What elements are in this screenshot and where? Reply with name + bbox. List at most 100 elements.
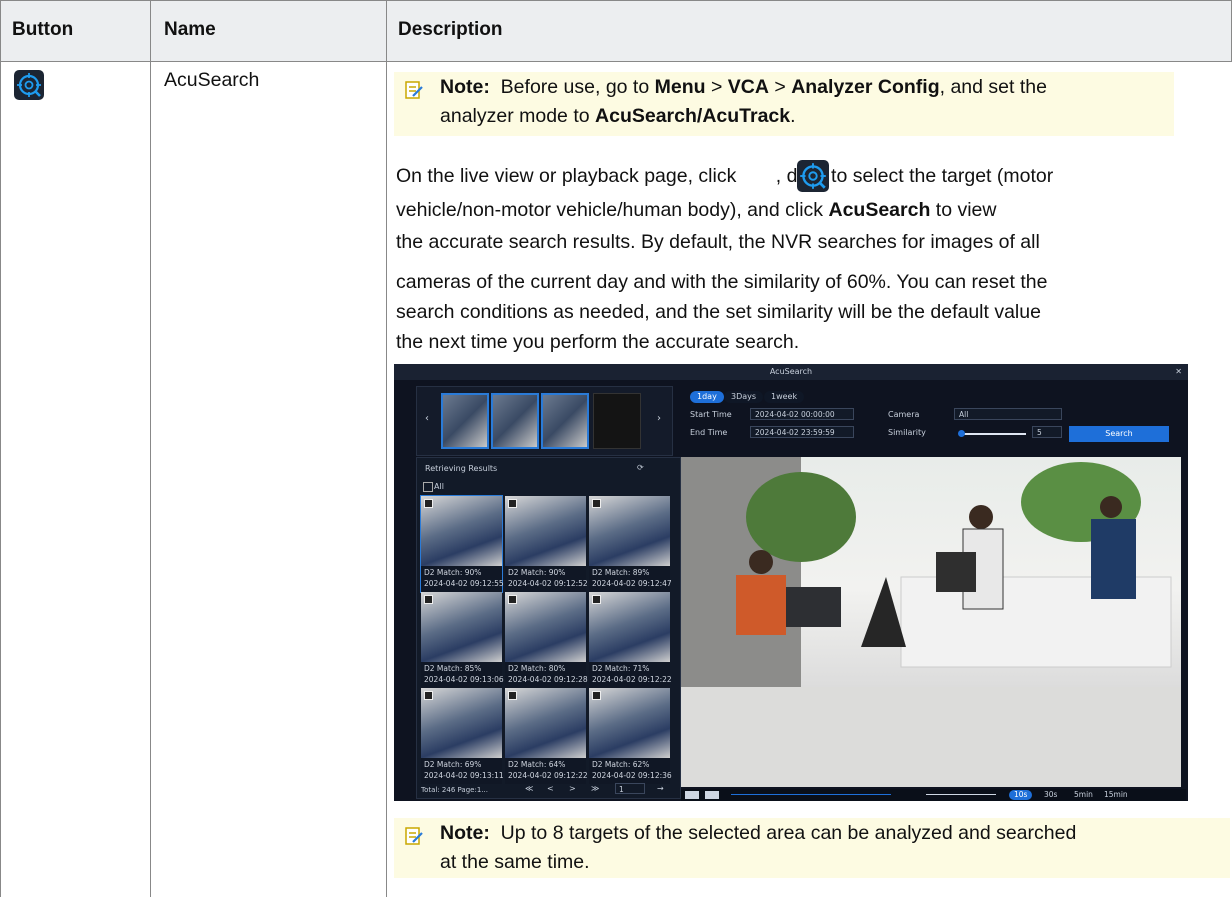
search-button[interactable]: Search [1069,426,1169,442]
next-target-icon[interactable]: › [657,413,661,424]
pager-button[interactable]: ≪ [525,784,533,793]
camera-label: Camera [888,410,920,419]
result-match: D2 Match: 90% [424,568,482,577]
result-card[interactable]: D2 Match: 90% 2024-04-02 09:12:55 [420,495,504,593]
note-icon [405,81,423,99]
result-thumbnail [421,592,502,662]
result-checkbox[interactable] [508,499,517,508]
time-scale-button[interactable]: 15min [1099,790,1133,800]
similarity-slider-handle[interactable] [958,430,965,437]
pager-button[interactable]: > [569,784,576,793]
result-card[interactable]: D2 Match: 90% 2024-04-02 09:12:52 [505,496,588,592]
stop-button[interactable] [705,791,719,799]
scene-illustration [681,457,1181,787]
result-time: 2024-04-02 09:12:22 [592,675,672,684]
pause-button[interactable] [685,791,699,799]
result-card[interactable]: D2 Match: 64% 2024-04-02 09:12:22 [505,688,588,784]
result-time: 2024-04-02 09:12:28 [508,675,588,684]
pager-button[interactable]: < [547,784,554,793]
column-divider-1 [150,0,151,897]
pager-total: Total: 246 Page:1... [421,786,488,794]
header-name: Name [164,19,216,40]
result-card[interactable]: D2 Match: 80% 2024-04-02 09:12:28 [505,592,588,688]
result-match: D2 Match: 69% [424,760,482,769]
tab-1week[interactable]: 1week [764,391,805,403]
results-panel: Retrieving Results ⟳ All D2 Match: 90% 20… [416,457,681,799]
target-thumbnail[interactable] [441,393,489,449]
result-card[interactable]: D2 Match: 62% 2024-04-02 09:12:36 [589,688,672,784]
result-thumbnail [421,688,502,758]
result-thumbnail [589,496,670,566]
results-tools-icon[interactable]: ⟳ [637,463,644,472]
acusearch-screenshot: AcuSearch ✕ ‹ › 1day 3Days 1week Start T… [394,364,1188,801]
page-go-button[interactable]: → [657,784,664,793]
time-scale-button[interactable]: 10s [1009,790,1033,800]
time-scale-button[interactable]: 5min [1069,790,1098,800]
result-match: D2 Match: 64% [508,760,566,769]
result-card[interactable]: D2 Match: 89% 2024-04-02 09:12:47 [589,496,672,592]
start-time-field[interactable]: 2024-04-02 00:00:00 [750,408,854,420]
result-time: 2024-04-02 09:12:52 [508,579,588,588]
page-input[interactable]: 1 [615,783,645,794]
column-divider-2 [386,0,387,897]
retrieving-results-label: Retrieving Results [425,464,498,473]
para-line-3: the accurate search results. By default,… [396,231,1040,253]
para-line-4: cameras of the current day and with the … [396,271,1048,293]
result-checkbox[interactable] [424,499,433,508]
result-time: 2024-04-02 09:12:36 [592,771,672,780]
prev-target-icon[interactable]: ‹ [425,413,429,424]
progress-bar[interactable] [731,794,891,795]
playback-video[interactable] [681,457,1181,787]
time-scale-button[interactable]: 30s [1039,790,1062,800]
result-thumbnail [589,688,670,758]
empty-target-thumbnail[interactable] [593,393,641,449]
similarity-slider[interactable] [960,433,1026,435]
header-description: Description [398,19,503,40]
para-line-5: search conditions as needed, and the set… [396,301,1041,323]
result-checkbox[interactable] [592,499,601,508]
target-thumbnail-strip: ‹ › [416,386,673,456]
note-1-line-2: analyzer mode to AcuSearch/AcuTrack. [440,105,796,127]
result-thumbnail [421,496,502,566]
screenshot-titlebar: AcuSearch [394,364,1188,380]
select-all-checkbox[interactable] [423,482,433,492]
result-card[interactable]: D2 Match: 71% 2024-04-02 09:12:22 [589,592,672,688]
note-2-line-2: at the same time. [440,851,590,873]
note-icon [405,827,423,845]
acusearch-inline-icon [797,160,829,192]
end-time-label: End Time [690,428,728,437]
result-card[interactable]: D2 Match: 69% 2024-04-02 09:13:11 [421,688,504,784]
result-thumbnail [589,592,670,662]
acusearch-icon [14,70,44,100]
result-checkbox[interactable] [424,595,433,604]
result-checkbox[interactable] [508,595,517,604]
target-thumbnail[interactable] [491,393,539,449]
timeline-bar[interactable] [926,794,996,795]
pager-button[interactable]: ≫ [591,784,599,793]
result-card[interactable]: D2 Match: 85% 2024-04-02 09:13:06 [421,592,504,688]
camera-select[interactable]: All [954,408,1062,420]
close-icon[interactable]: ✕ [1175,367,1182,376]
name-cell: AcuSearch [164,69,260,91]
result-time: 2024-04-02 09:13:11 [424,771,504,780]
all-label: All [434,482,444,491]
target-thumbnail[interactable] [541,393,589,449]
result-thumbnail [505,592,586,662]
similarity-input[interactable]: 5 [1032,426,1062,438]
end-time-field[interactable]: 2024-04-02 23:59:59 [750,426,854,438]
result-match: D2 Match: 62% [592,760,650,769]
start-time-label: Start Time [690,410,732,419]
table-border-left [0,0,1,897]
result-checkbox[interactable] [424,691,433,700]
result-checkbox[interactable] [592,595,601,604]
result-checkbox[interactable] [592,691,601,700]
result-checkbox[interactable] [508,691,517,700]
result-match: D2 Match: 71% [592,664,650,673]
result-thumbnail [505,496,586,566]
document-page: Button Name Description AcuSearch Note: … [0,0,1232,897]
screenshot-title: AcuSearch [769,367,813,376]
tab-3days[interactable]: 3Days [724,391,764,403]
result-thumbnail [505,688,586,758]
tab-1day[interactable]: 1day [690,391,724,403]
result-match: D2 Match: 89% [592,568,650,577]
